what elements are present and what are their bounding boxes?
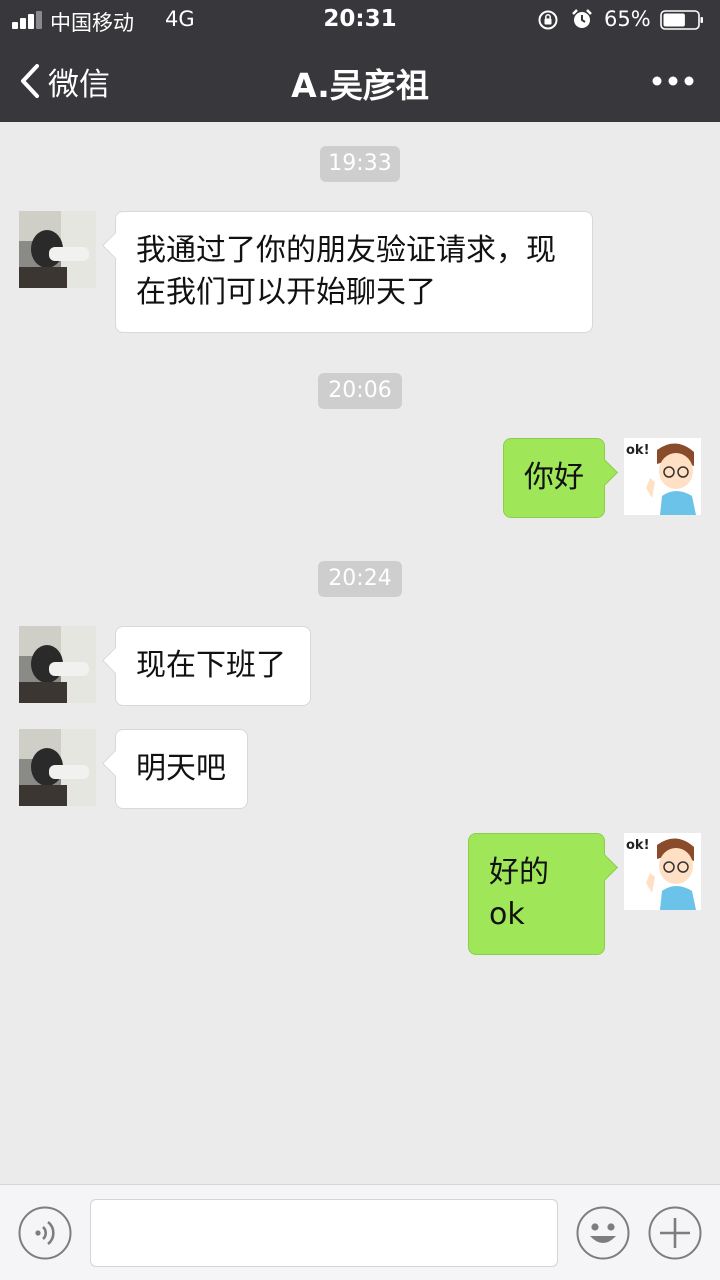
my-avatar[interactable]: ok! bbox=[624, 438, 701, 515]
top-bar: 中国移动 4G 20:31 65% 微信 A.吴彦祖 bbox=[0, 0, 720, 122]
input-bar bbox=[0, 1184, 720, 1280]
timestamp: 20:24 bbox=[318, 561, 402, 597]
alarm-icon bbox=[572, 9, 592, 28]
message-bubble-outgoing[interactable]: 你好 bbox=[503, 438, 605, 518]
status-bar: 中国移动 4G 20:31 65% bbox=[0, 0, 720, 40]
chat-title: A.吴彦祖 bbox=[291, 66, 429, 105]
nav-bar: 微信 A.吴彦祖 bbox=[0, 40, 720, 122]
message-bubble-incoming[interactable]: 我通过了你的朋友验证请求，现在我们可以开始聊天了 bbox=[115, 211, 593, 333]
emoji-icon[interactable] bbox=[576, 1206, 630, 1260]
voice-icon[interactable] bbox=[18, 1206, 72, 1260]
avatar[interactable] bbox=[19, 211, 96, 288]
timestamp: 20:06 bbox=[318, 373, 402, 409]
message-input[interactable] bbox=[90, 1199, 558, 1267]
plus-icon[interactable] bbox=[648, 1206, 702, 1260]
ok-caption: ok! bbox=[626, 838, 650, 853]
message-bubble-outgoing[interactable]: 好的ok bbox=[468, 833, 605, 955]
battery-icon bbox=[660, 10, 703, 30]
battery-percent: 65% bbox=[604, 7, 651, 31]
message-bubble-incoming[interactable]: 现在下班了 bbox=[115, 626, 311, 706]
more-dots-icon[interactable] bbox=[652, 76, 694, 86]
rotation-lock-icon bbox=[538, 10, 558, 30]
my-avatar[interactable]: ok! bbox=[624, 833, 701, 910]
timestamp: 19:33 bbox=[320, 146, 400, 182]
ok-caption: ok! bbox=[626, 443, 650, 458]
avatar[interactable] bbox=[19, 729, 96, 806]
message-bubble-incoming[interactable]: 明天吧 bbox=[115, 729, 248, 809]
avatar[interactable] bbox=[19, 626, 96, 703]
